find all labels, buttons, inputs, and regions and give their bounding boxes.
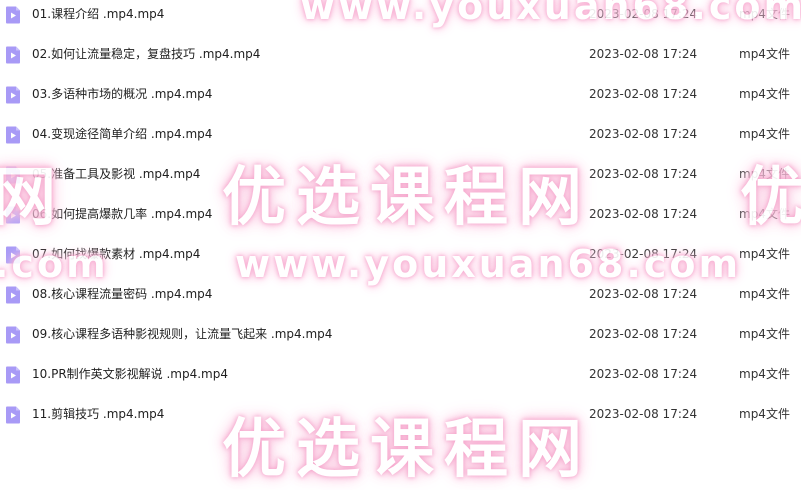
file-row[interactable]: 11.剪辑技巧 .mp4.mp4 2023-02-08 17:24 mp4文件 bbox=[0, 394, 801, 434]
file-modified-date: 2023-02-08 17:24 bbox=[589, 407, 698, 421]
video-file-icon bbox=[5, 406, 21, 424]
file-type: mp4文件 bbox=[739, 247, 790, 261]
file-type: mp4文件 bbox=[739, 167, 790, 181]
file-type: mp4文件 bbox=[739, 47, 790, 61]
file-modified-date: 2023-02-08 17:24 bbox=[589, 7, 698, 21]
file-row[interactable]: 02.如何让流量稳定，复盘技巧 .mp4.mp4 2023-02-08 17:2… bbox=[0, 34, 801, 74]
file-row[interactable]: 10.PR制作英文影视解说 .mp4.mp4 2023-02-08 17:24 … bbox=[0, 354, 801, 394]
file-type: mp4文件 bbox=[739, 287, 790, 301]
video-file-icon bbox=[5, 46, 21, 64]
video-file-icon bbox=[5, 126, 21, 144]
file-type: mp4文件 bbox=[739, 7, 790, 21]
file-name: 01.课程介绍 .mp4.mp4 bbox=[32, 7, 165, 21]
file-row[interactable]: 06.如何提高爆款几率 .mp4.mp4 2023-02-08 17:24 mp… bbox=[0, 194, 801, 234]
file-row[interactable]: 07.如何找爆款素材 .mp4.mp4 2023-02-08 17:24 mp4… bbox=[0, 234, 801, 274]
file-name: 10.PR制作英文影视解说 .mp4.mp4 bbox=[32, 367, 228, 381]
file-type: mp4文件 bbox=[739, 327, 790, 341]
file-name: 07.如何找爆款素材 .mp4.mp4 bbox=[32, 247, 201, 261]
file-list: 01.课程介绍 .mp4.mp4 2023-02-08 17:24 mp4文件 … bbox=[0, 0, 801, 434]
file-modified-date: 2023-02-08 17:24 bbox=[589, 367, 698, 381]
file-modified-date: 2023-02-08 17:24 bbox=[589, 47, 698, 61]
file-modified-date: 2023-02-08 17:24 bbox=[589, 287, 698, 301]
file-type: mp4文件 bbox=[739, 87, 790, 101]
file-type: mp4文件 bbox=[739, 127, 790, 141]
file-row[interactable]: 04.变现途径简单介绍 .mp4.mp4 2023-02-08 17:24 mp… bbox=[0, 114, 801, 154]
file-type: mp4文件 bbox=[739, 207, 790, 221]
file-name: 02.如何让流量稳定，复盘技巧 .mp4.mp4 bbox=[32, 47, 261, 61]
video-file-icon bbox=[5, 166, 21, 184]
file-name: 11.剪辑技巧 .mp4.mp4 bbox=[32, 407, 165, 421]
video-file-icon bbox=[5, 246, 21, 264]
file-modified-date: 2023-02-08 17:24 bbox=[589, 87, 698, 101]
file-name: 09.核心课程多语种影视规则，让流量飞起来 .mp4.mp4 bbox=[32, 327, 333, 341]
file-name: 04.变现途径简单介绍 .mp4.mp4 bbox=[32, 127, 213, 141]
file-name: 03.多语种市场的概况 .mp4.mp4 bbox=[32, 87, 213, 101]
file-name: 06.如何提高爆款几率 .mp4.mp4 bbox=[32, 207, 213, 221]
file-row[interactable]: 01.课程介绍 .mp4.mp4 2023-02-08 17:24 mp4文件 bbox=[0, 0, 801, 34]
video-file-icon bbox=[5, 326, 21, 344]
file-row[interactable]: 05.准备工具及影视 .mp4.mp4 2023-02-08 17:24 mp4… bbox=[0, 154, 801, 194]
file-name: 08.核心课程流量密码 .mp4.mp4 bbox=[32, 287, 213, 301]
file-type: mp4文件 bbox=[739, 367, 790, 381]
video-file-icon bbox=[5, 6, 21, 24]
file-modified-date: 2023-02-08 17:24 bbox=[589, 207, 698, 221]
video-file-icon bbox=[5, 86, 21, 104]
video-file-icon bbox=[5, 366, 21, 384]
file-row[interactable]: 09.核心课程多语种影视规则，让流量飞起来 .mp4.mp4 2023-02-0… bbox=[0, 314, 801, 354]
file-type: mp4文件 bbox=[739, 407, 790, 421]
file-modified-date: 2023-02-08 17:24 bbox=[589, 247, 698, 261]
file-modified-date: 2023-02-08 17:24 bbox=[589, 127, 698, 141]
video-file-icon bbox=[5, 206, 21, 224]
file-modified-date: 2023-02-08 17:24 bbox=[589, 167, 698, 181]
file-name: 05.准备工具及影视 .mp4.mp4 bbox=[32, 167, 201, 181]
file-modified-date: 2023-02-08 17:24 bbox=[589, 327, 698, 341]
video-file-icon bbox=[5, 286, 21, 304]
file-row[interactable]: 03.多语种市场的概况 .mp4.mp4 2023-02-08 17:24 mp… bbox=[0, 74, 801, 114]
file-row[interactable]: 08.核心课程流量密码 .mp4.mp4 2023-02-08 17:24 mp… bbox=[0, 274, 801, 314]
